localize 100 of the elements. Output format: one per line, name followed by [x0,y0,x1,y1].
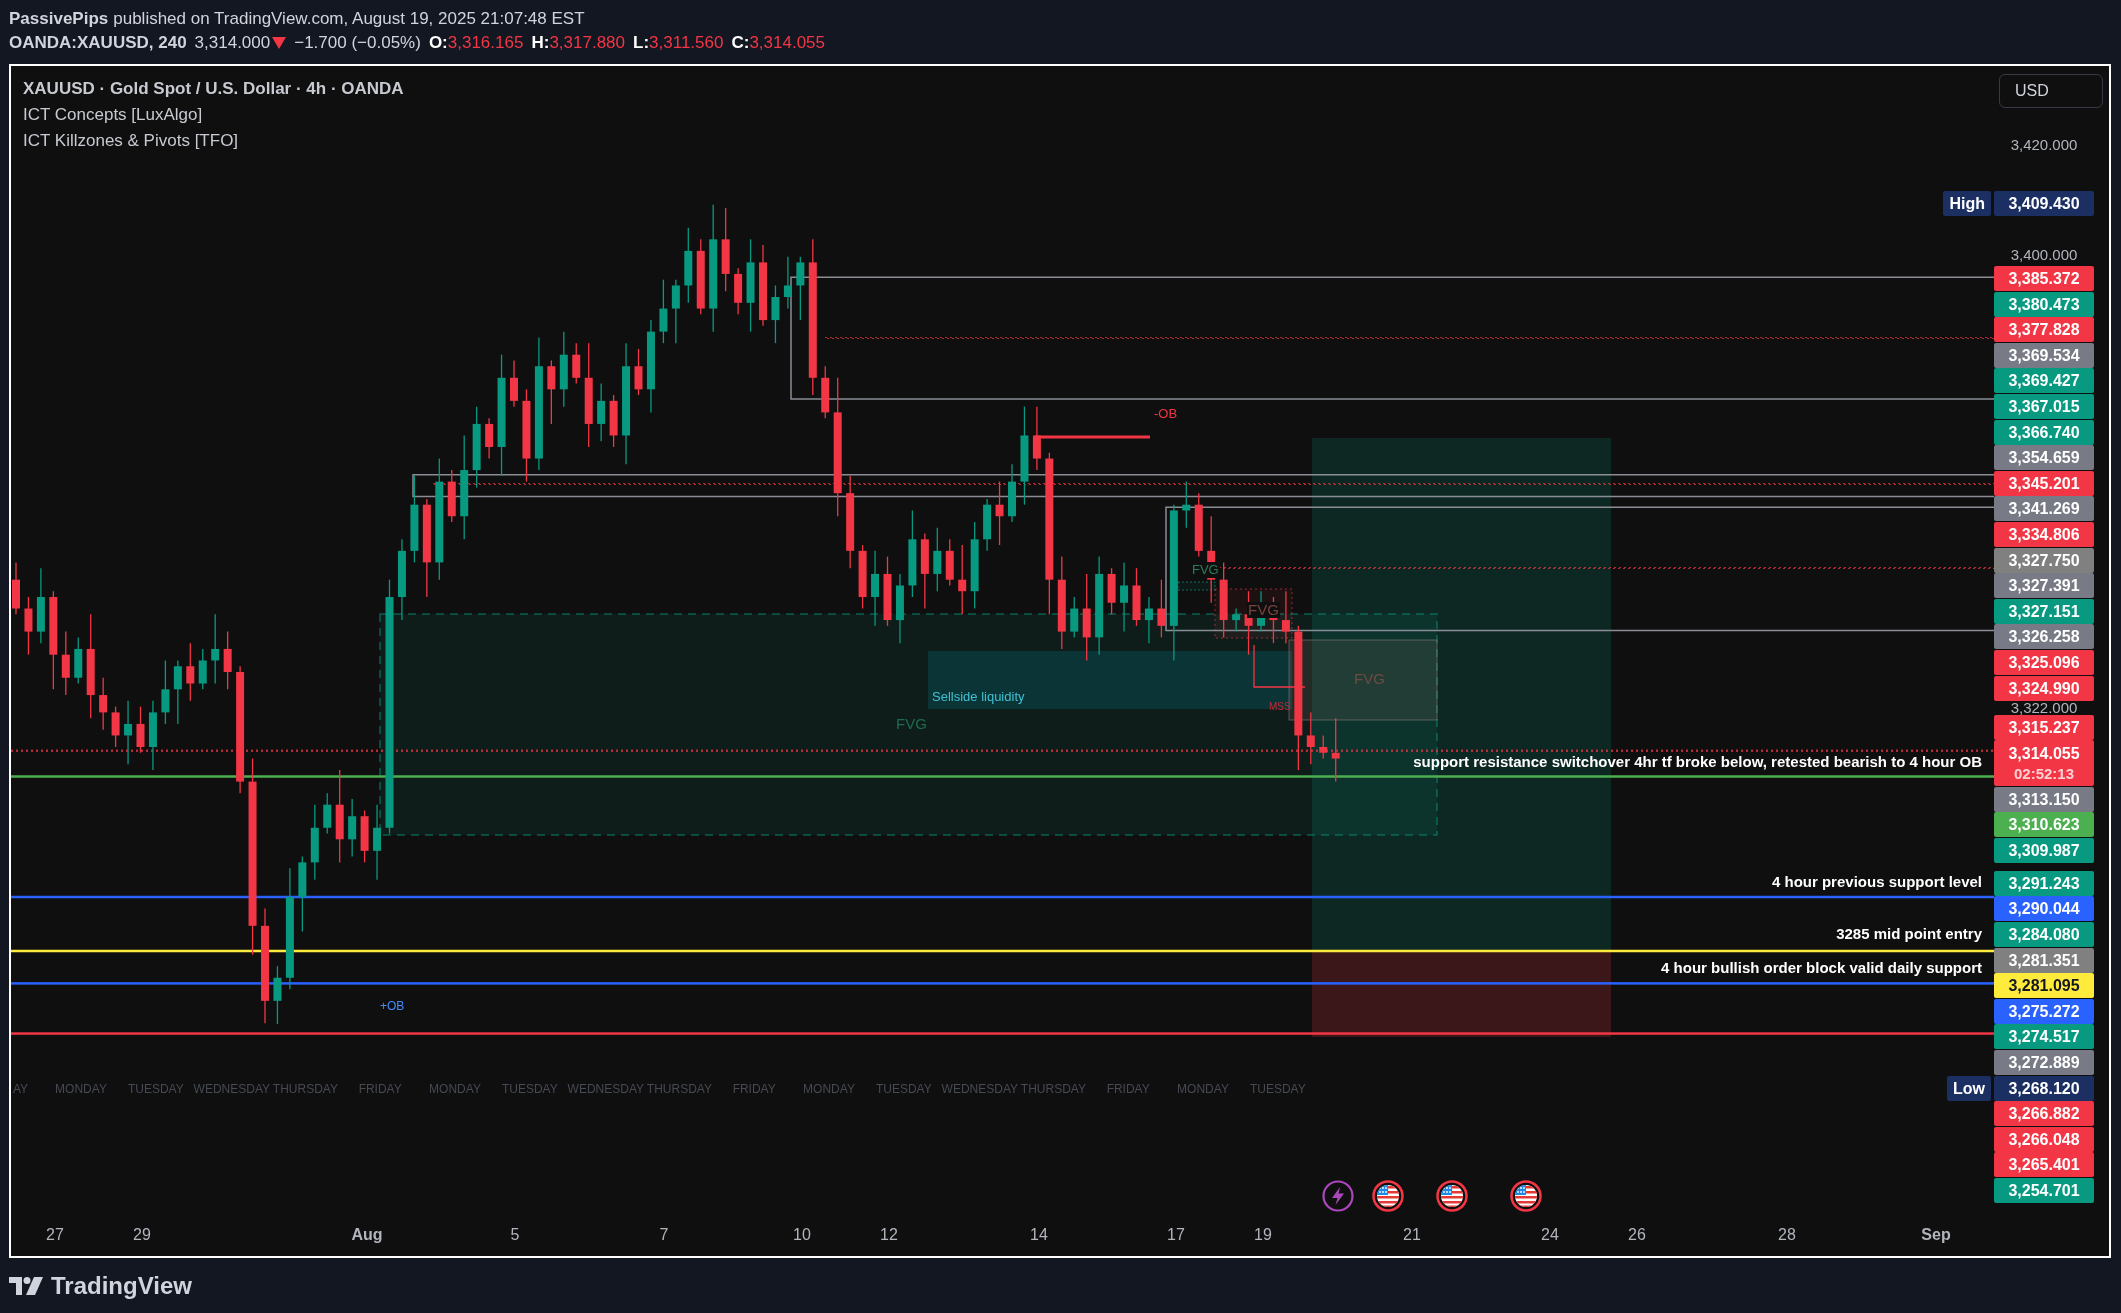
rising-candle [659,279,668,344]
liquidity-label: Sellside liquidity [932,689,1025,705]
falling-candle [1194,492,1203,558]
rising-candle [348,798,357,858]
rising-candle [148,700,157,771]
price-label: 3,345.201 [1994,470,2094,496]
price-label: 3,290.044 [1994,896,2094,922]
flag-icon[interactable] [1372,1180,1404,1212]
rising-candle [323,792,332,835]
rising-candle [1182,480,1191,529]
fvg-label: FVG [1354,671,1385,687]
last-price: 3,314.000 [194,32,271,54]
date-label: 14 [1029,1225,1049,1245]
price-label: 3,272.889 [1994,1050,2094,1076]
rising-candle [173,659,182,725]
price-label: 3,275.272 [1994,998,2094,1024]
date-label: 10 [792,1225,812,1245]
falling-candle [447,469,456,523]
falling-candle [1319,734,1328,760]
ohlc-value: L:3,311.560 [633,32,724,54]
price-label: 3,369.427 [1994,368,2094,394]
weekday-label: AY [13,1081,29,1097]
rising-candle [983,498,992,552]
price-label: 3,380.473 [1994,291,2094,317]
weekday-label: WEDNESDAY [193,1081,268,1097]
fvg-label: FVG [1191,562,1220,578]
price-label: 3,324.990 [1994,675,2094,701]
flag-icon[interactable] [1510,1180,1542,1212]
falling-candle [111,705,120,748]
falling-candle [186,642,195,702]
date-label: 21 [1402,1225,1422,1245]
falling-candle [1306,711,1315,765]
rising-candle [1008,463,1016,523]
price-label: 3,366.740 [1994,419,2094,445]
falling-candle [1281,590,1290,644]
weekday-label: MONDAY [54,1081,108,1097]
indicator-name[interactable]: ICT Concepts [LuxAlgo] [23,102,203,128]
price-label: 3,327.151 [1994,598,2094,624]
price-label: 3,327.391 [1994,573,2094,599]
falling-candle [1107,567,1116,615]
date-label: 19 [1253,1225,1273,1245]
weekday-label: WEDNESDAY [941,1081,1016,1097]
flag-icon[interactable] [1436,1180,1468,1212]
symbol-name: OANDA:XAUUSD, 240 [9,32,187,54]
date-label: 28 [1777,1225,1797,1245]
weekday-label: FRIDAY [357,1081,403,1097]
weekday-label: MONDAY [1176,1081,1230,1097]
rising-candle [1120,561,1129,633]
level-note: 4 hour bullish order block valid daily support [1661,958,1982,978]
falling-candle [1331,717,1340,783]
price-label: 3,309.987 [1994,837,2094,863]
falling-candle [734,267,743,315]
price-label: 3,325.096 [1994,649,2094,675]
falling-candle [821,365,830,419]
falling-candle [609,394,618,448]
falling-candle [858,544,867,610]
countdown-timer: 02:52:13 [2013,763,2074,784]
falling-candle [485,417,494,460]
falling-candle [12,561,20,615]
weekday-label: FRIDAY [1105,1081,1151,1097]
price-label: 3,385.372 [1994,266,2094,291]
price-label: 3,268.120 [1994,1075,2094,1101]
currency-button[interactable]: USD [1999,74,2103,108]
date-label: 27 [45,1225,65,1245]
falling-candle [945,538,954,587]
weekday-label: TUESDAY [874,1081,933,1097]
price-label: 3,281.095 [1994,973,2094,999]
rising-candle [597,382,606,442]
price-label: 3,315.237 [1994,714,2094,740]
level-note: 4 hour previous support level [1771,872,1982,892]
rising-candle [273,965,282,1025]
lightning-icon[interactable] [1322,1180,1354,1212]
date-label: 24 [1540,1225,1560,1245]
price-label: 3,265.401 [1994,1152,2094,1178]
rising-candle [74,636,83,685]
falling-candle [572,342,581,385]
order-block-label: +OB [380,998,405,1014]
author-name[interactable]: PassivePips [9,7,109,31]
weekday-label: THURSDAY [645,1081,713,1097]
price-label: 3,281.351 [1994,947,2094,973]
falling-candle [995,480,1004,546]
price-tick: 3,420.000 [2009,136,2079,154]
ohlc-value: H:3,317.880 [531,32,625,54]
logo-icon [9,1276,43,1295]
publish-info: published on TradingView.com, August 19, 2025 21:07:48 EST [113,8,585,30]
rising-candle [161,659,170,725]
price-label: 3,354.659 [1994,445,2094,471]
rising-candle [933,527,942,592]
rising-candle [771,284,780,344]
indicator-name[interactable]: ICT Killzones & Pivots [TFO] [23,128,239,154]
price-label: 3,284.080 [1994,922,2094,948]
rising-candle [124,700,133,765]
falling-candle [634,348,643,396]
structure-break-line [1253,644,1306,688]
price-label: 3,326.258 [1994,624,2094,650]
weekday-label: TUESDAY [500,1081,559,1097]
rising-candle [796,256,805,321]
rising-candle [1070,596,1079,639]
mss-label: MSS [1269,700,1291,714]
price-label: 3,310.623 [1994,812,2094,838]
